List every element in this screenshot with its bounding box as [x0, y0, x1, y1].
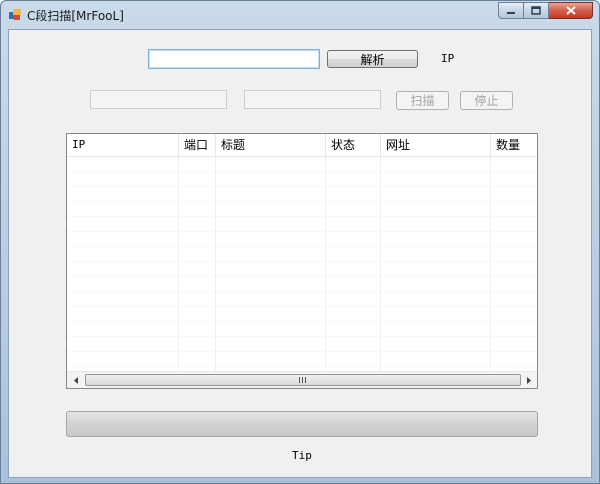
window-title: C段扫描[MrFooL] — [27, 9, 124, 23]
scan-progress-bar — [66, 411, 538, 437]
grid-line — [67, 216, 537, 217]
maximize-icon — [531, 6, 541, 15]
grid-line — [67, 366, 537, 367]
grid-line — [67, 291, 537, 292]
horizontal-scrollbar[interactable] — [67, 371, 537, 388]
maximize-button[interactable] — [524, 2, 549, 19]
app-window: C段扫描[MrFooL] 解析 IP 扫描 停止 IP 端口 标题 状态 网址 … — [0, 0, 600, 484]
column-header-count[interactable]: 数量 — [491, 134, 537, 156]
minimize-button[interactable] — [498, 2, 524, 19]
close-icon — [565, 6, 576, 15]
grid-line — [178, 157, 179, 373]
column-header-status[interactable]: 状态 — [326, 134, 381, 156]
results-table[interactable]: IP 端口 标题 状态 网址 数量 — [66, 133, 538, 389]
grid-line — [67, 231, 537, 232]
chevron-left-icon — [73, 376, 78, 384]
title-bar[interactable]: C段扫描[MrFooL] — [1, 1, 599, 29]
minimize-icon — [507, 11, 515, 14]
grid-line — [67, 276, 537, 277]
grid-line — [490, 157, 491, 373]
ip-label: IP — [441, 52, 455, 65]
grid-line — [67, 246, 537, 247]
grip-icon — [299, 377, 306, 383]
scrollbar-thumb[interactable] — [85, 374, 521, 386]
grid-line — [67, 201, 537, 202]
column-header-port[interactable]: 端口 — [179, 134, 216, 156]
scroll-left-button[interactable] — [67, 372, 84, 388]
grid-line — [380, 157, 381, 373]
client-area: 解析 IP 扫描 停止 IP 端口 标题 状态 网址 数量 Tip — [8, 29, 592, 478]
table-header: IP 端口 标题 状态 网址 数量 — [67, 134, 537, 157]
grid-line — [67, 306, 537, 307]
grid-line — [67, 321, 537, 322]
parse-button[interactable]: 解析 — [327, 50, 418, 68]
chevron-right-icon — [526, 376, 531, 384]
grid-line — [67, 171, 537, 172]
start-ip-input[interactable] — [90, 90, 227, 109]
table-body[interactable] — [67, 157, 537, 373]
status-tip: Tip — [292, 449, 312, 462]
window-controls — [498, 2, 593, 20]
stop-button[interactable]: 停止 — [460, 91, 513, 110]
grid-line — [215, 157, 216, 373]
scan-button[interactable]: 扫描 — [396, 91, 449, 110]
column-header-url[interactable]: 网址 — [381, 134, 491, 156]
app-icon — [9, 9, 21, 20]
scroll-right-button[interactable] — [520, 372, 537, 388]
ip-input[interactable] — [148, 49, 320, 69]
grid-line — [67, 261, 537, 262]
column-header-ip[interactable]: IP — [67, 134, 179, 156]
grid-line — [67, 351, 537, 352]
grid-line — [67, 336, 537, 337]
end-ip-input[interactable] — [244, 90, 381, 109]
grid-line — [67, 186, 537, 187]
grid-line — [325, 157, 326, 373]
close-button[interactable] — [549, 2, 593, 19]
column-header-title[interactable]: 标题 — [216, 134, 326, 156]
